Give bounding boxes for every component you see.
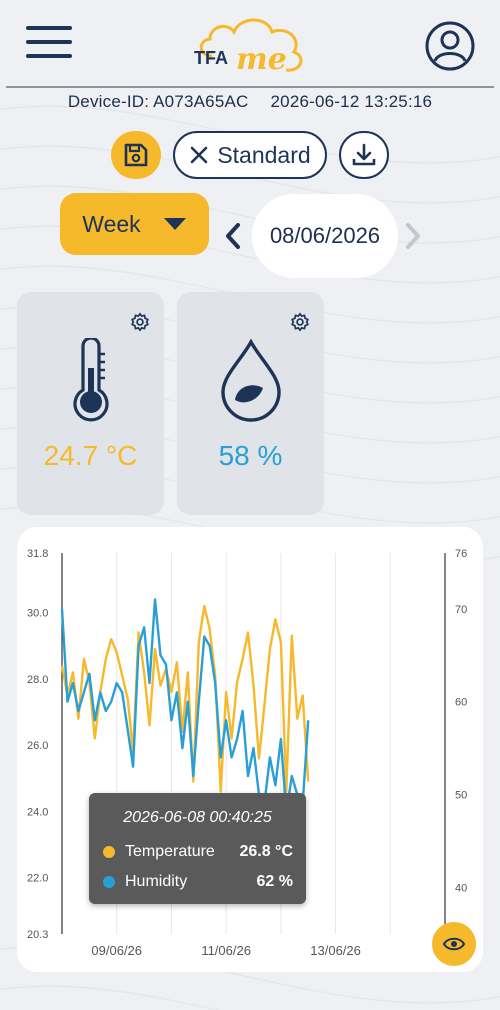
tooltip-value: 26.8 °C [239, 843, 293, 860]
y-left-tick-label: 22.0 [27, 873, 48, 885]
gear-icon[interactable] [290, 312, 310, 332]
y-left-tick-label: 20.3 [27, 929, 48, 941]
date-display[interactable]: 08/06/2026 [252, 194, 398, 278]
svg-text:TFA: TFA [194, 48, 228, 68]
chart-svg: 31.8 30.0 28.0 26.0 24.0 22.0 20.3 76 70 60 50 40 09… [27, 548, 467, 958]
header-divider [6, 86, 494, 88]
y-right-tick-label: 60 [455, 697, 467, 709]
chart-tooltip: 2026-06-08 00:40:25 Temperature 26.8 °C … [89, 793, 306, 904]
tooltip-value: 62 % [256, 873, 293, 890]
water-drop-icon [220, 338, 281, 422]
thermometer-icon [72, 338, 109, 422]
chevron-left-icon [226, 223, 240, 249]
standard-label: Standard [217, 141, 311, 168]
user-icon [425, 21, 475, 71]
tooltip-timestamp: 2026-06-08 00:40:25 [123, 809, 272, 826]
y-left-tick-label: 30.0 [27, 608, 48, 620]
period-select[interactable]: Week [60, 193, 209, 255]
device-timestamp: 2026-06-12 13:25:16 [270, 92, 433, 111]
tfa-me-logo: TFA me [190, 12, 310, 77]
tooltip-label: Humidity [125, 873, 188, 890]
download-button[interactable] [339, 131, 389, 179]
save-button[interactable] [111, 131, 161, 179]
previous-date-button[interactable] [220, 220, 246, 254]
next-date-button[interactable] [400, 220, 426, 254]
humidity-card[interactable]: 58 % [177, 292, 324, 515]
gear-icon[interactable] [130, 312, 150, 332]
humidity-value: 58 % [218, 440, 283, 471]
svg-text:me: me [236, 42, 287, 76]
tooltip-row-humidity: Humidity 62 % [103, 873, 293, 891]
chevron-right-icon [406, 223, 420, 249]
profile-button[interactable] [424, 20, 476, 72]
temperature-dot [103, 846, 115, 858]
period-selected: Week [82, 210, 141, 237]
device-id: Device-ID: A073A65AC [67, 92, 249, 111]
y-left-tick-label: 24.0 [27, 806, 48, 818]
device-info: Device-ID: A073A65AC 2026-06-12 13:25:16 [0, 92, 500, 112]
menu-button[interactable] [26, 26, 74, 62]
date-value: 08/06/2026 [269, 223, 381, 248]
y-right-tick-label: 76 [455, 548, 467, 560]
y-left-tick-label: 28.0 [27, 674, 48, 686]
temperature-value: 24.7 °C [43, 440, 138, 471]
humidity-dot [103, 876, 115, 888]
tooltip-label: Temperature [125, 843, 215, 860]
save-icon [124, 143, 148, 167]
x-tick-label: 09/06/26 [91, 943, 142, 958]
y-left-tick-label: 31.8 [27, 548, 48, 560]
visibility-toggle-button[interactable] [432, 922, 476, 966]
temperature-card[interactable]: 24.7 °C [17, 292, 164, 515]
x-tick-label: 13/06/26 [310, 943, 361, 958]
download-icon [352, 143, 376, 166]
y-right-tick-label: 40 [455, 883, 467, 895]
hamburger-icon [26, 26, 72, 30]
x-tick-label: 11/06/26 [201, 943, 251, 958]
eye-icon [443, 937, 465, 951]
y-right-tick-label: 70 [455, 604, 467, 616]
y-right-tick-label: 50 [455, 790, 467, 802]
y-left-tick-label: 26.0 [27, 740, 48, 752]
standard-filter-button[interactable]: Standard [173, 131, 327, 179]
caret-down-icon [163, 218, 186, 230]
tooltip-row-temperature: Temperature 26.8 °C [103, 843, 293, 861]
history-chart[interactable]: 31.8 30.0 28.0 26.0 24.0 22.0 20.3 76 70 60 50 40 09… [17, 527, 483, 972]
close-icon [191, 146, 208, 164]
